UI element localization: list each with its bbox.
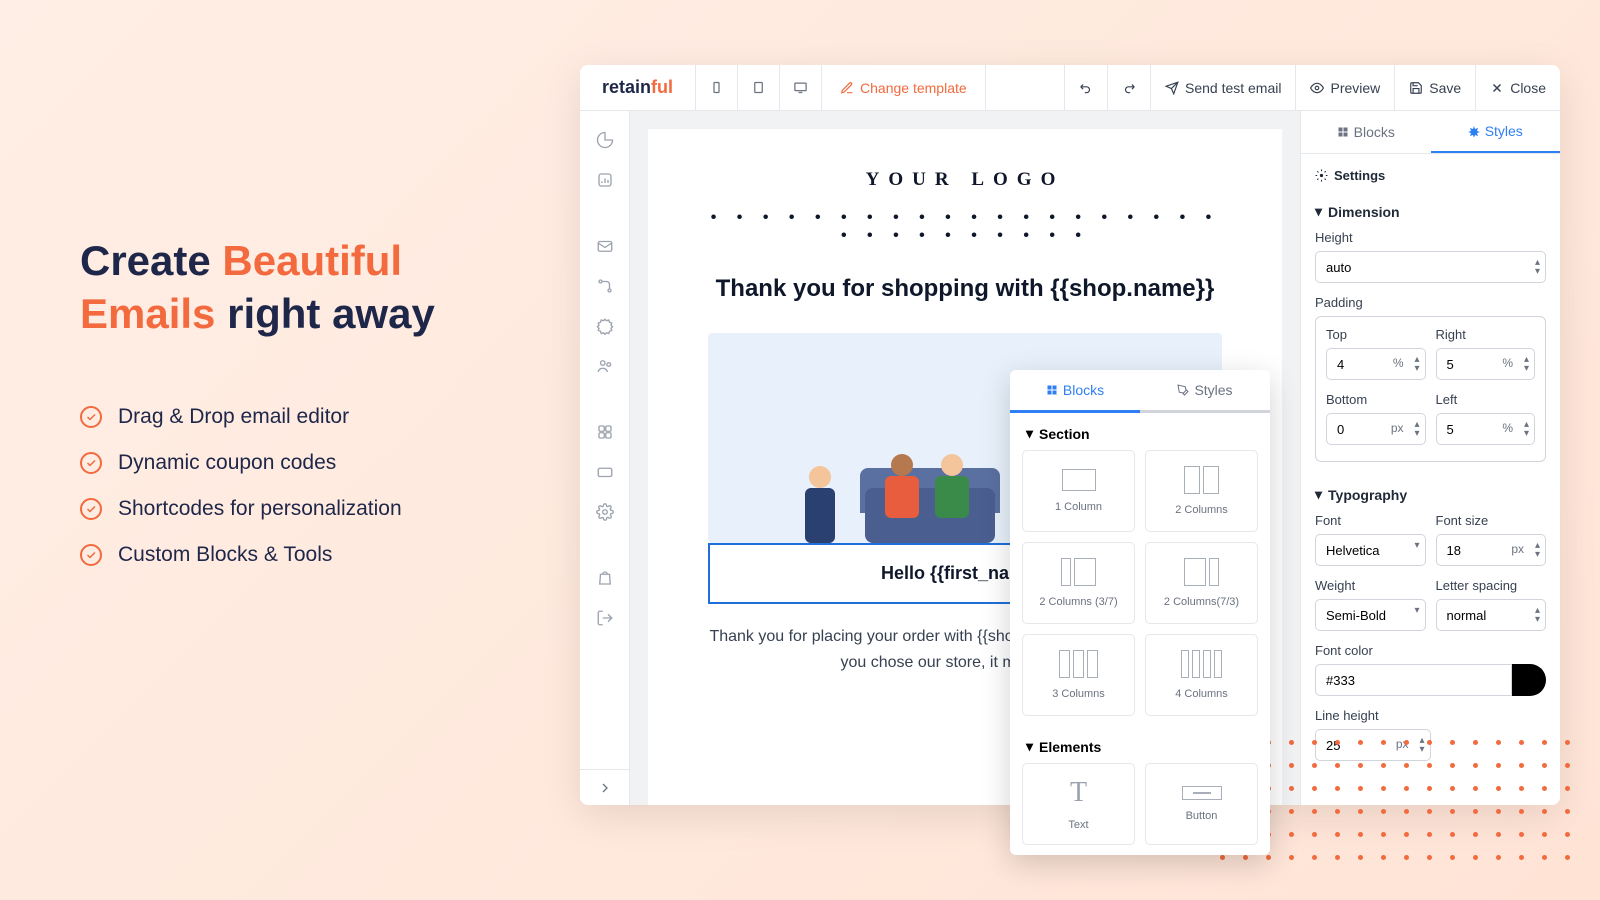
letterspacing-label: Letter spacing [1436, 578, 1547, 593]
nav-logout-icon[interactable] [588, 601, 622, 635]
nav-expand-button[interactable] [580, 769, 629, 805]
block-2-columns-73[interactable]: 2 Columns(7/3) [1145, 542, 1258, 624]
feature-label: Custom Blocks & Tools [118, 543, 332, 567]
height-label: Height [1315, 230, 1546, 245]
nav-bag-icon[interactable] [588, 561, 622, 595]
left-label: Left [1436, 392, 1536, 407]
blocks-panel: Blocks Styles ▾ Section 1 Column 2 Colum… [1010, 370, 1270, 855]
block-2-columns[interactable]: 2 Columns [1145, 450, 1258, 532]
settings-heading: Settings [1301, 154, 1560, 193]
section-accordion[interactable]: ▾ Section [1010, 413, 1270, 450]
tab-blocks[interactable]: Blocks [1301, 111, 1431, 153]
elements-accordion[interactable]: ▾ Elements [1010, 726, 1270, 763]
save-button[interactable]: Save [1394, 65, 1475, 110]
bottom-label: Bottom [1326, 392, 1426, 407]
weight-label: Weight [1315, 578, 1426, 593]
color-swatch[interactable] [1512, 664, 1546, 696]
nav-chart-icon[interactable] [588, 163, 622, 197]
email-logo[interactable]: YOUR LOGO [708, 169, 1222, 191]
toolbar: retainful Change template Send test emai… [580, 65, 1560, 111]
close-button[interactable]: Close [1475, 65, 1560, 110]
padding-top-input[interactable] [1326, 348, 1426, 380]
dimension-accordion[interactable]: ▾ Dimension [1301, 193, 1560, 230]
top-label: Top [1326, 327, 1426, 342]
fp-tab-styles[interactable]: Styles [1140, 370, 1270, 413]
fontsize-label: Font size [1436, 513, 1547, 528]
marketing-heading: Create Beautiful Emails right away [80, 235, 500, 340]
fontcolor-input[interactable] [1315, 664, 1512, 696]
feature-item: Custom Blocks & Tools [80, 543, 500, 567]
fontcolor-label: Font color [1315, 643, 1546, 658]
divider: • • • • • • • • • • • • • • • • • • • • … [708, 209, 1222, 245]
side-nav [580, 111, 630, 805]
check-icon [80, 544, 102, 566]
padding-bottom-input[interactable] [1326, 413, 1426, 445]
nav-flow-icon[interactable] [588, 269, 622, 303]
check-icon [80, 498, 102, 520]
email-headline[interactable]: Thank you for shopping with {{shop.name}… [708, 275, 1222, 303]
nav-email-icon[interactable] [588, 229, 622, 263]
check-icon [80, 452, 102, 474]
feature-item: Dynamic coupon codes [80, 451, 500, 475]
fontsize-input[interactable] [1436, 534, 1547, 566]
nav-card-icon[interactable] [588, 455, 622, 489]
block-3-columns[interactable]: 3 Columns [1022, 634, 1135, 716]
undo-button[interactable] [1064, 65, 1107, 110]
feature-item: Drag & Drop email editor [80, 405, 500, 429]
feature-label: Shortcodes for personalization [118, 497, 402, 521]
redo-button[interactable] [1107, 65, 1150, 110]
right-label: Right [1436, 327, 1536, 342]
logo: retainful [580, 65, 696, 110]
padding-left-input[interactable] [1436, 413, 1536, 445]
block-1-column[interactable]: 1 Column [1022, 450, 1135, 532]
nav-referral-icon[interactable] [588, 349, 622, 383]
check-icon [80, 406, 102, 428]
block-4-columns[interactable]: 4 Columns [1145, 634, 1258, 716]
marketing-panel: Create Beautiful Emails right away Drag … [80, 235, 500, 589]
feature-label: Drag & Drop email editor [118, 405, 349, 429]
padding-label: Padding [1315, 295, 1546, 310]
feature-label: Dynamic coupon codes [118, 451, 336, 475]
nav-pie-icon[interactable] [588, 123, 622, 157]
decorative-dots [1220, 740, 1570, 860]
preview-button[interactable]: Preview [1295, 65, 1394, 110]
nav-badge-icon[interactable] [588, 309, 622, 343]
mobile-view-button[interactable] [696, 65, 738, 110]
tab-styles[interactable]: Styles [1431, 111, 1561, 153]
letterspacing-input[interactable] [1436, 599, 1547, 631]
font-select[interactable] [1315, 534, 1426, 566]
lineheight-label: Line height [1315, 708, 1546, 723]
nav-settings-icon[interactable] [588, 495, 622, 529]
change-template-button[interactable]: Change template [822, 65, 986, 110]
desktop-view-button[interactable] [780, 65, 822, 110]
font-label: Font [1315, 513, 1426, 528]
weight-select[interactable] [1315, 599, 1426, 631]
block-text[interactable]: TText [1022, 763, 1135, 845]
height-input[interactable] [1315, 251, 1546, 283]
block-2-columns-37[interactable]: 2 Columns (3/7) [1022, 542, 1135, 624]
nav-grid-icon[interactable] [588, 415, 622, 449]
block-button[interactable]: Button [1145, 763, 1258, 845]
padding-right-input[interactable] [1436, 348, 1536, 380]
tablet-view-button[interactable] [738, 65, 780, 110]
fp-tab-blocks[interactable]: Blocks [1010, 370, 1140, 413]
feature-item: Shortcodes for personalization [80, 497, 500, 521]
typography-accordion[interactable]: ▾ Typography [1301, 476, 1560, 513]
send-test-button[interactable]: Send test email [1150, 65, 1296, 110]
styles-panel: Blocks Styles Settings ▾ Dimension Heigh… [1300, 111, 1560, 805]
